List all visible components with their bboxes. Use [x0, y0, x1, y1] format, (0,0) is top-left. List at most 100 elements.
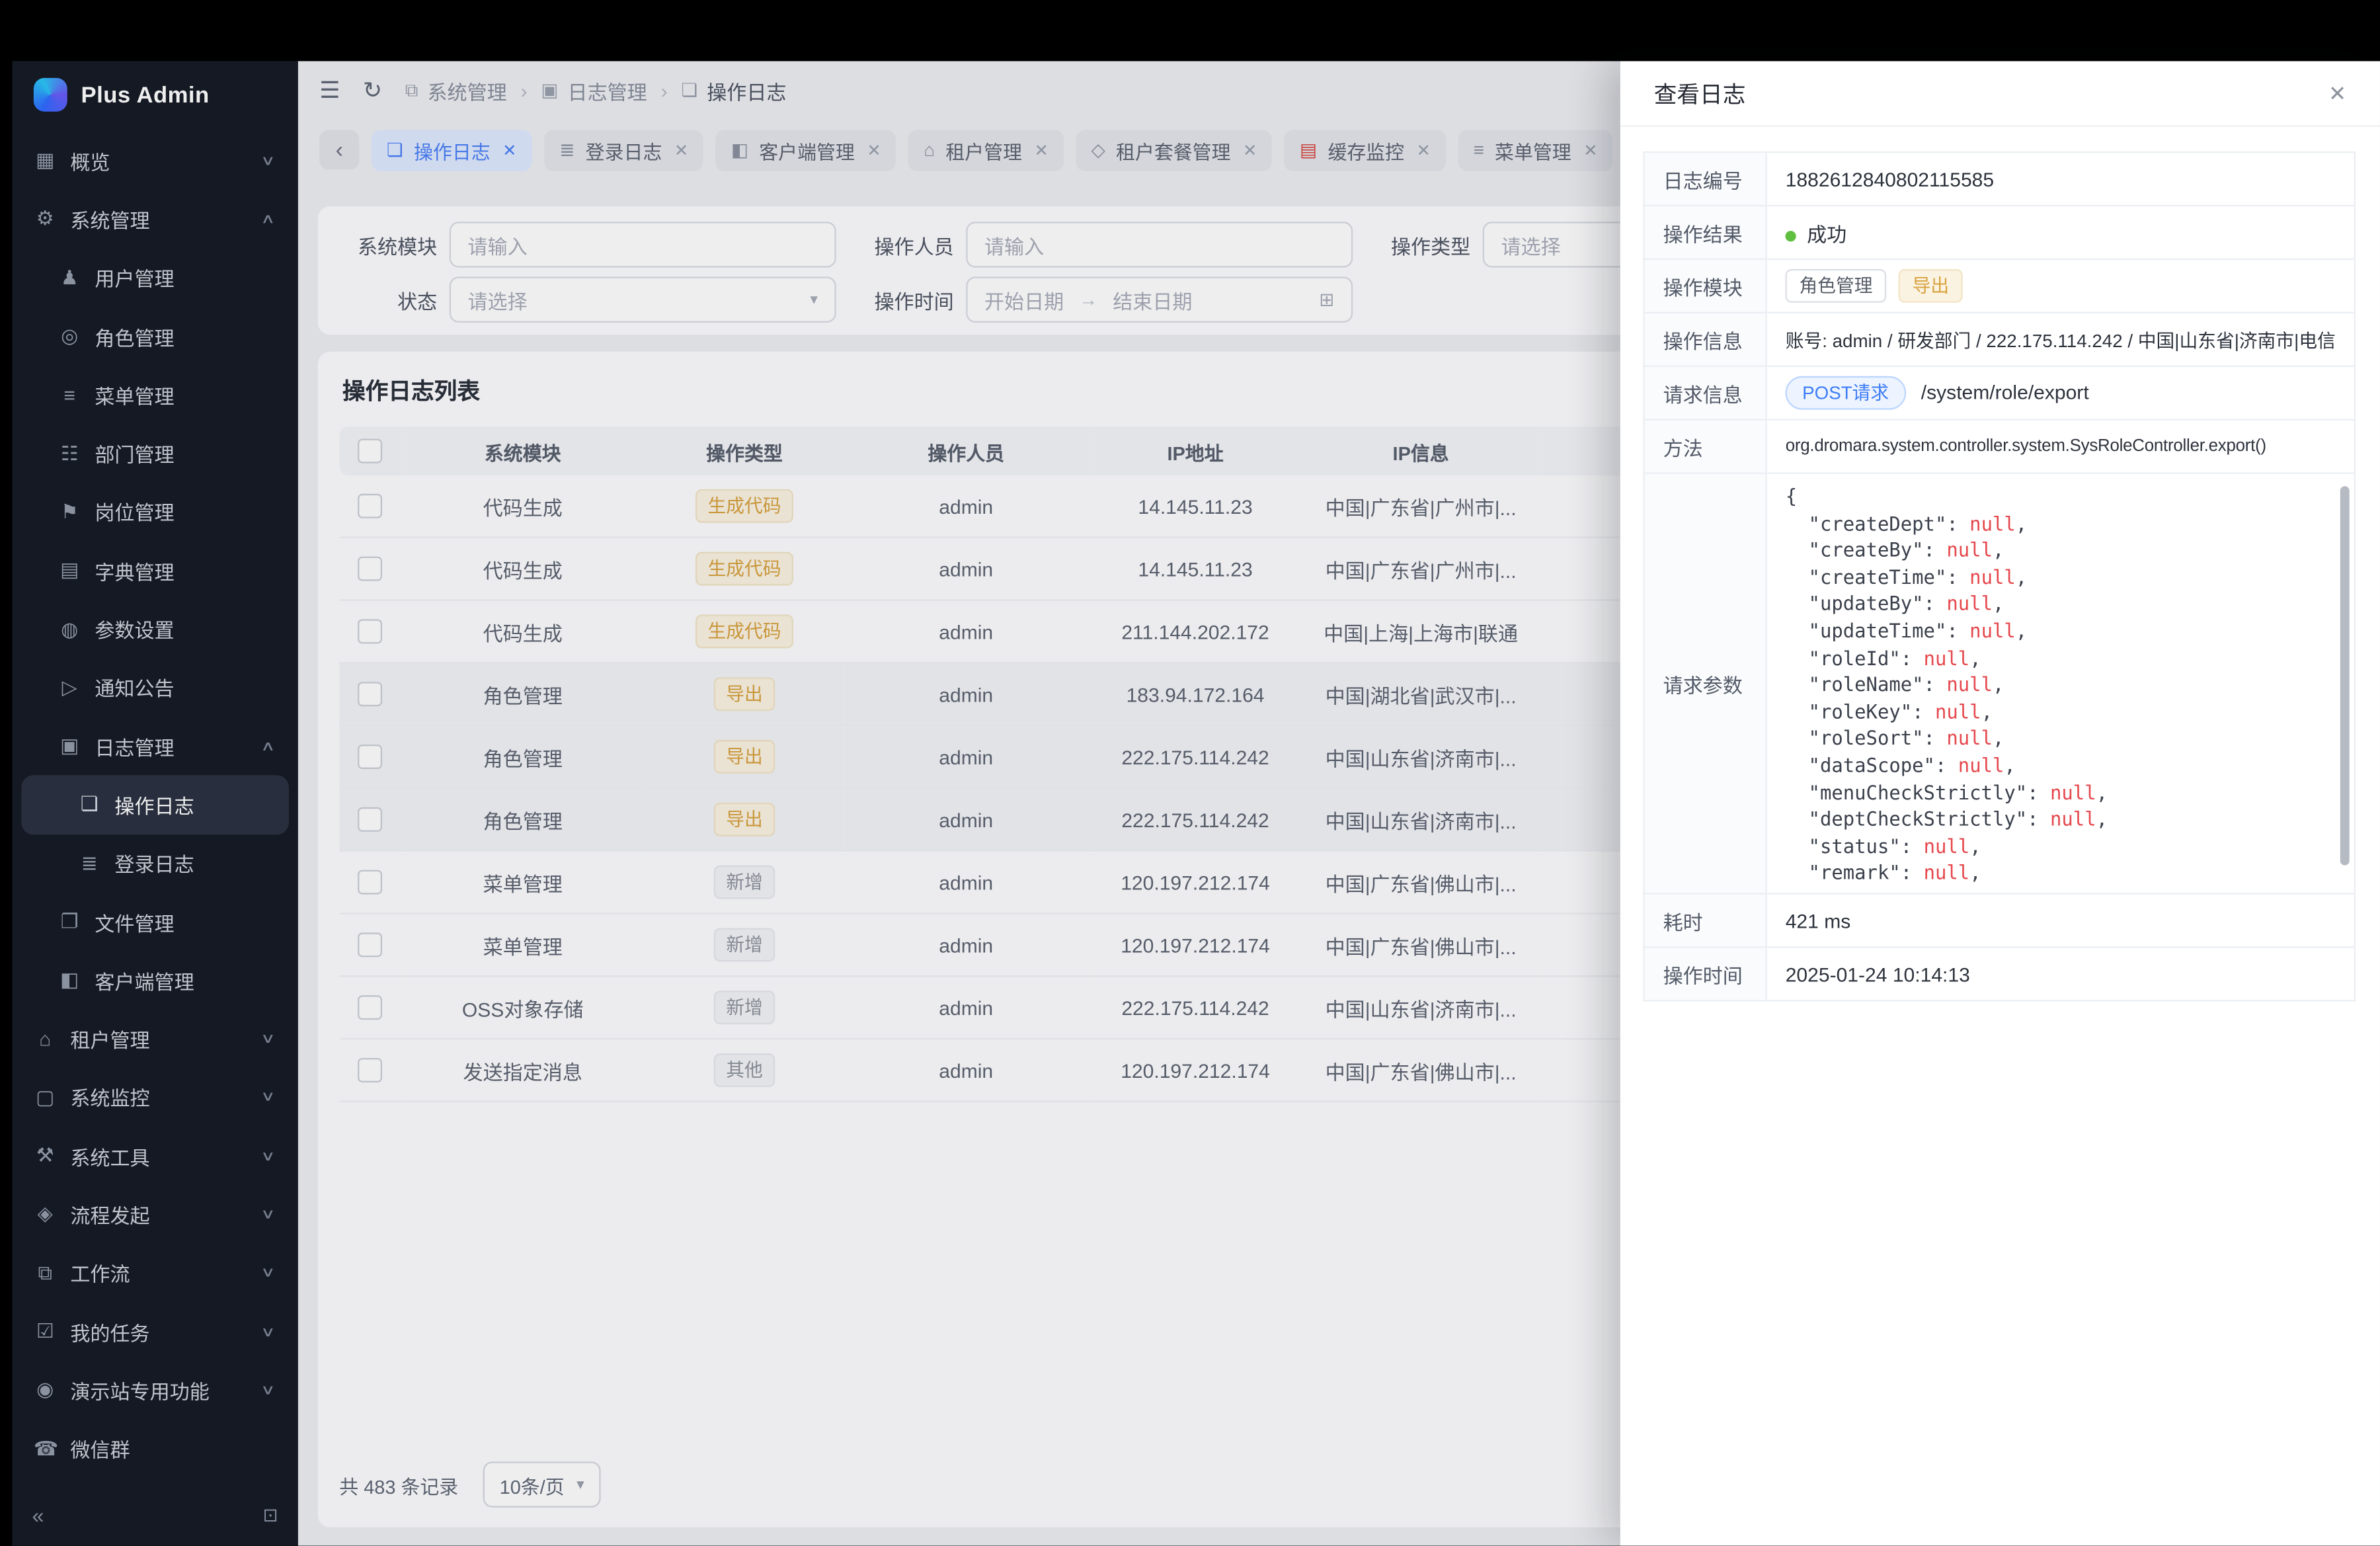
row-checkbox[interactable]: [358, 933, 382, 957]
tab-close-icon[interactable]: ✕: [1243, 140, 1257, 160]
sidebar-item-client-mgmt[interactable]: ◧客户端管理: [21, 951, 289, 1010]
sidebar-item-post-mgmt[interactable]: ⚑岗位管理: [21, 483, 289, 542]
tab-op-log[interactable]: ❏操作日志✕: [372, 129, 532, 170]
client-icon: ◧: [731, 139, 748, 160]
tab-cache-monitor[interactable]: ▤缓存监控✕: [1285, 129, 1446, 170]
cell-operator: admin: [844, 788, 1088, 851]
sidebar-item-file-mgmt[interactable]: ❐文件管理: [21, 893, 289, 952]
row-checkbox[interactable]: [358, 557, 382, 581]
scrollbar-thumb[interactable]: [2340, 486, 2350, 865]
operation-type-badge: 新增: [714, 991, 775, 1024]
client-mgmt-icon: ◧: [58, 968, 81, 993]
cell-ip-info: 中国|山东省|济南市|...: [1302, 725, 1539, 788]
sidebar-menu: ▦概览∨⚙系统管理∧♟用户管理◎角色管理≡菜单管理☷部门管理⚑岗位管理▤字典管理…: [12, 132, 298, 1479]
module-filter-input[interactable]: 请输入: [450, 222, 836, 267]
cell-module: 菜单管理: [401, 851, 645, 914]
tab-tenant-mgmt[interactable]: ⌂租户管理✕: [908, 129, 1064, 170]
row-checkbox[interactable]: [358, 494, 382, 518]
row-checkbox[interactable]: [358, 807, 382, 832]
sidebar-item-dept-mgmt[interactable]: ☷部门管理: [21, 425, 289, 483]
wechat-group-icon: ☎: [34, 1437, 57, 1461]
row-checkbox[interactable]: [358, 682, 382, 707]
tab-menu-mgmt[interactable]: ≡菜单管理✕: [1458, 129, 1613, 170]
my-tasks-icon: ☑: [34, 1320, 57, 1344]
layout-panel-icon[interactable]: ⊡: [263, 1504, 278, 1526]
tabs-scroll-left-button[interactable]: ‹: [319, 130, 359, 170]
sidebar-item-role-mgmt[interactable]: ◎角色管理: [21, 307, 289, 366]
breadcrumb-item[interactable]: ⧉系统管理: [405, 75, 507, 104]
hamburger-icon[interactable]: ☰: [319, 77, 340, 104]
cell-operator: admin: [844, 663, 1088, 725]
breadcrumb-item[interactable]: ❏操作日志: [681, 75, 786, 104]
refresh-icon[interactable]: ↻: [363, 77, 382, 104]
cell-module: 角色管理: [401, 663, 645, 725]
tab-login-log[interactable]: ≣登录日志✕: [544, 129, 703, 170]
post-method-tag: POST请求: [1786, 376, 1906, 410]
result-value: 成功: [1766, 206, 2355, 259]
chevron-up-icon: ∧: [261, 211, 276, 227]
sidebar-item-demo-features[interactable]: ◉演示站专用功能∨: [21, 1361, 289, 1420]
sidebar-item-my-tasks[interactable]: ☑我的任务∨: [21, 1303, 289, 1362]
request-params-viewport[interactable]: { "createDept": null, "createBy": null, …: [1786, 483, 2333, 884]
sidebar-item-tenant-mgmt[interactable]: ⌂租户管理∨: [21, 1010, 289, 1069]
row-checkbox[interactable]: [358, 1059, 382, 1083]
row-checkbox[interactable]: [358, 996, 382, 1020]
cell-ip: 120.197.212.174: [1088, 1039, 1302, 1102]
sidebar-item-login-log[interactable]: ≣登录日志: [21, 834, 289, 893]
time-range-picker[interactable]: 开始日期 → 结束日期 ⊞: [966, 276, 1353, 322]
operation-type-badge: 其他: [714, 1053, 775, 1087]
column-header: 操作类型: [645, 427, 844, 475]
sidebar-item-notice[interactable]: ▷通知公告: [21, 659, 289, 717]
tab-client-mgmt[interactable]: ◧客户端管理✕: [716, 129, 896, 170]
cell-ip-info: 中国|湖北省|武汉市|...: [1302, 663, 1539, 725]
operator-filter-input[interactable]: 请输入: [966, 222, 1353, 267]
cell-module: 代码生成: [401, 600, 645, 663]
cell-module: 发送指定消息: [401, 1039, 645, 1102]
drawer-header: 查看日志 ✕: [1620, 61, 2380, 126]
tab-close-icon[interactable]: ✕: [502, 140, 516, 160]
sidebar-item-overview[interactable]: ▦概览∨: [21, 132, 289, 190]
chevron-down-icon: ∨: [261, 1382, 276, 1399]
sidebar-item-flow-start[interactable]: ◈流程发起∨: [21, 1186, 289, 1244]
breadcrumb-separator: ›: [661, 79, 668, 102]
row-checkbox[interactable]: [358, 870, 382, 895]
tab-close-icon[interactable]: ✕: [674, 140, 688, 160]
page-size-select[interactable]: 10条/页 ▾: [483, 1461, 601, 1507]
package-icon: ◇: [1091, 139, 1105, 160]
tab-close-icon[interactable]: ✕: [867, 140, 881, 160]
sidebar-item-log-mgmt[interactable]: ▣日志管理∧: [21, 717, 289, 776]
logo[interactable]: Plus Admin: [12, 61, 298, 128]
operation-type-badge: 生成代码: [695, 489, 793, 523]
squares-icon: ⧉: [405, 79, 418, 102]
sidebar-item-op-log[interactable]: ❏操作日志: [21, 776, 289, 834]
tenant-icon: ⌂: [924, 139, 935, 160]
sidebar-item-system-mgmt[interactable]: ⚙系统管理∧: [21, 190, 289, 249]
sidebar-item-param-settings[interactable]: ◍参数设置: [21, 600, 289, 659]
row-checkbox[interactable]: [358, 620, 382, 644]
tab-close-icon[interactable]: ✕: [1417, 140, 1431, 160]
sidebar-item-menu-mgmt[interactable]: ≡菜单管理: [21, 366, 289, 425]
file-mgmt-icon: ❐: [58, 910, 81, 934]
demo-features-icon: ◉: [34, 1378, 57, 1403]
tab-close-icon[interactable]: ✕: [1034, 140, 1048, 160]
chevron-down-icon: ∨: [261, 1031, 276, 1047]
cell-operator: admin: [844, 976, 1088, 1039]
sidebar-item-sys-tools[interactable]: ⚒系统工具∨: [21, 1127, 289, 1186]
tab-tenant-package[interactable]: ◇租户套餐管理✕: [1076, 129, 1272, 170]
tab-close-icon[interactable]: ✕: [1583, 140, 1597, 160]
start-date: 开始日期: [984, 285, 1064, 314]
module-tag: 角色管理: [1786, 269, 1887, 303]
sidebar-item-sys-monitor[interactable]: ▢系统监控∨: [21, 1069, 289, 1127]
module-value: 角色管理导出: [1766, 259, 2355, 313]
sidebar-item-user-mgmt[interactable]: ♟用户管理: [21, 249, 289, 307]
sidebar-item-wechat-group[interactable]: ☎微信群: [21, 1420, 289, 1479]
status-filter-select[interactable]: 请选择▾: [450, 276, 836, 322]
select-all-checkbox[interactable]: [358, 439, 382, 464]
sidebar-item-workflow[interactable]: ⧉工作流∨: [21, 1244, 289, 1303]
row-checkbox[interactable]: [358, 745, 382, 770]
sidebar-item-dict-mgmt[interactable]: ▤字典管理: [21, 542, 289, 600]
breadcrumb-item[interactable]: ▣日志管理: [541, 75, 647, 104]
collapse-sidebar-icon[interactable]: «: [32, 1503, 44, 1527]
doc-icon: ❏: [681, 79, 697, 101]
drawer-close-icon[interactable]: ✕: [2328, 80, 2346, 106]
